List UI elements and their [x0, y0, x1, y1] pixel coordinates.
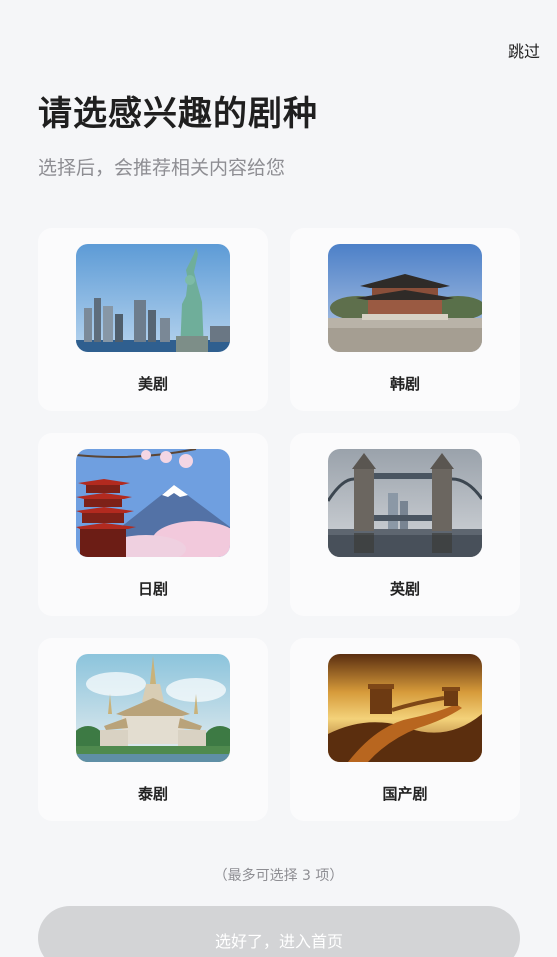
page-subtitle: 选择后，会推荐相关内容给您: [38, 157, 286, 179]
selection-limit-hint: （最多可选择 3 项）: [213, 868, 344, 884]
genre-label: 英剧: [389, 580, 420, 598]
genre-label: 日剧: [137, 580, 168, 598]
page-title: 请选感兴趣的剧种: [38, 94, 318, 134]
mount-fuji-image: [76, 449, 230, 557]
genre-card-uk[interactable]: 英剧: [290, 433, 520, 616]
genre-selection-page: 跳过 请选感兴趣的剧种 选择后，会推荐相关内容给您 美剧 韩剧 日剧 英剧 泰剧…: [0, 0, 557, 957]
genre-card-kr[interactable]: 韩剧: [290, 228, 520, 411]
statue-of-liberty-image: [76, 244, 230, 352]
great-wall-image: [328, 654, 482, 762]
genre-label: 泰剧: [137, 785, 168, 803]
tower-bridge-image: [328, 449, 482, 557]
enter-home-button[interactable]: 选好了，进入首页: [38, 906, 520, 957]
genre-label: 韩剧: [389, 375, 420, 393]
skip-button[interactable]: 跳过: [508, 38, 540, 62]
genre-card-jp[interactable]: 日剧: [38, 433, 268, 616]
genre-card-th[interactable]: 泰剧: [38, 638, 268, 821]
genre-grid: 美剧 韩剧 日剧 英剧 泰剧 国产剧: [38, 228, 520, 821]
korean-palace-image: [328, 244, 482, 352]
genre-card-us[interactable]: 美剧: [38, 228, 268, 411]
genre-card-cn[interactable]: 国产剧: [290, 638, 520, 821]
genre-label: 国产剧: [382, 785, 428, 803]
genre-label: 美剧: [137, 375, 168, 393]
thai-temple-image: [76, 654, 230, 762]
